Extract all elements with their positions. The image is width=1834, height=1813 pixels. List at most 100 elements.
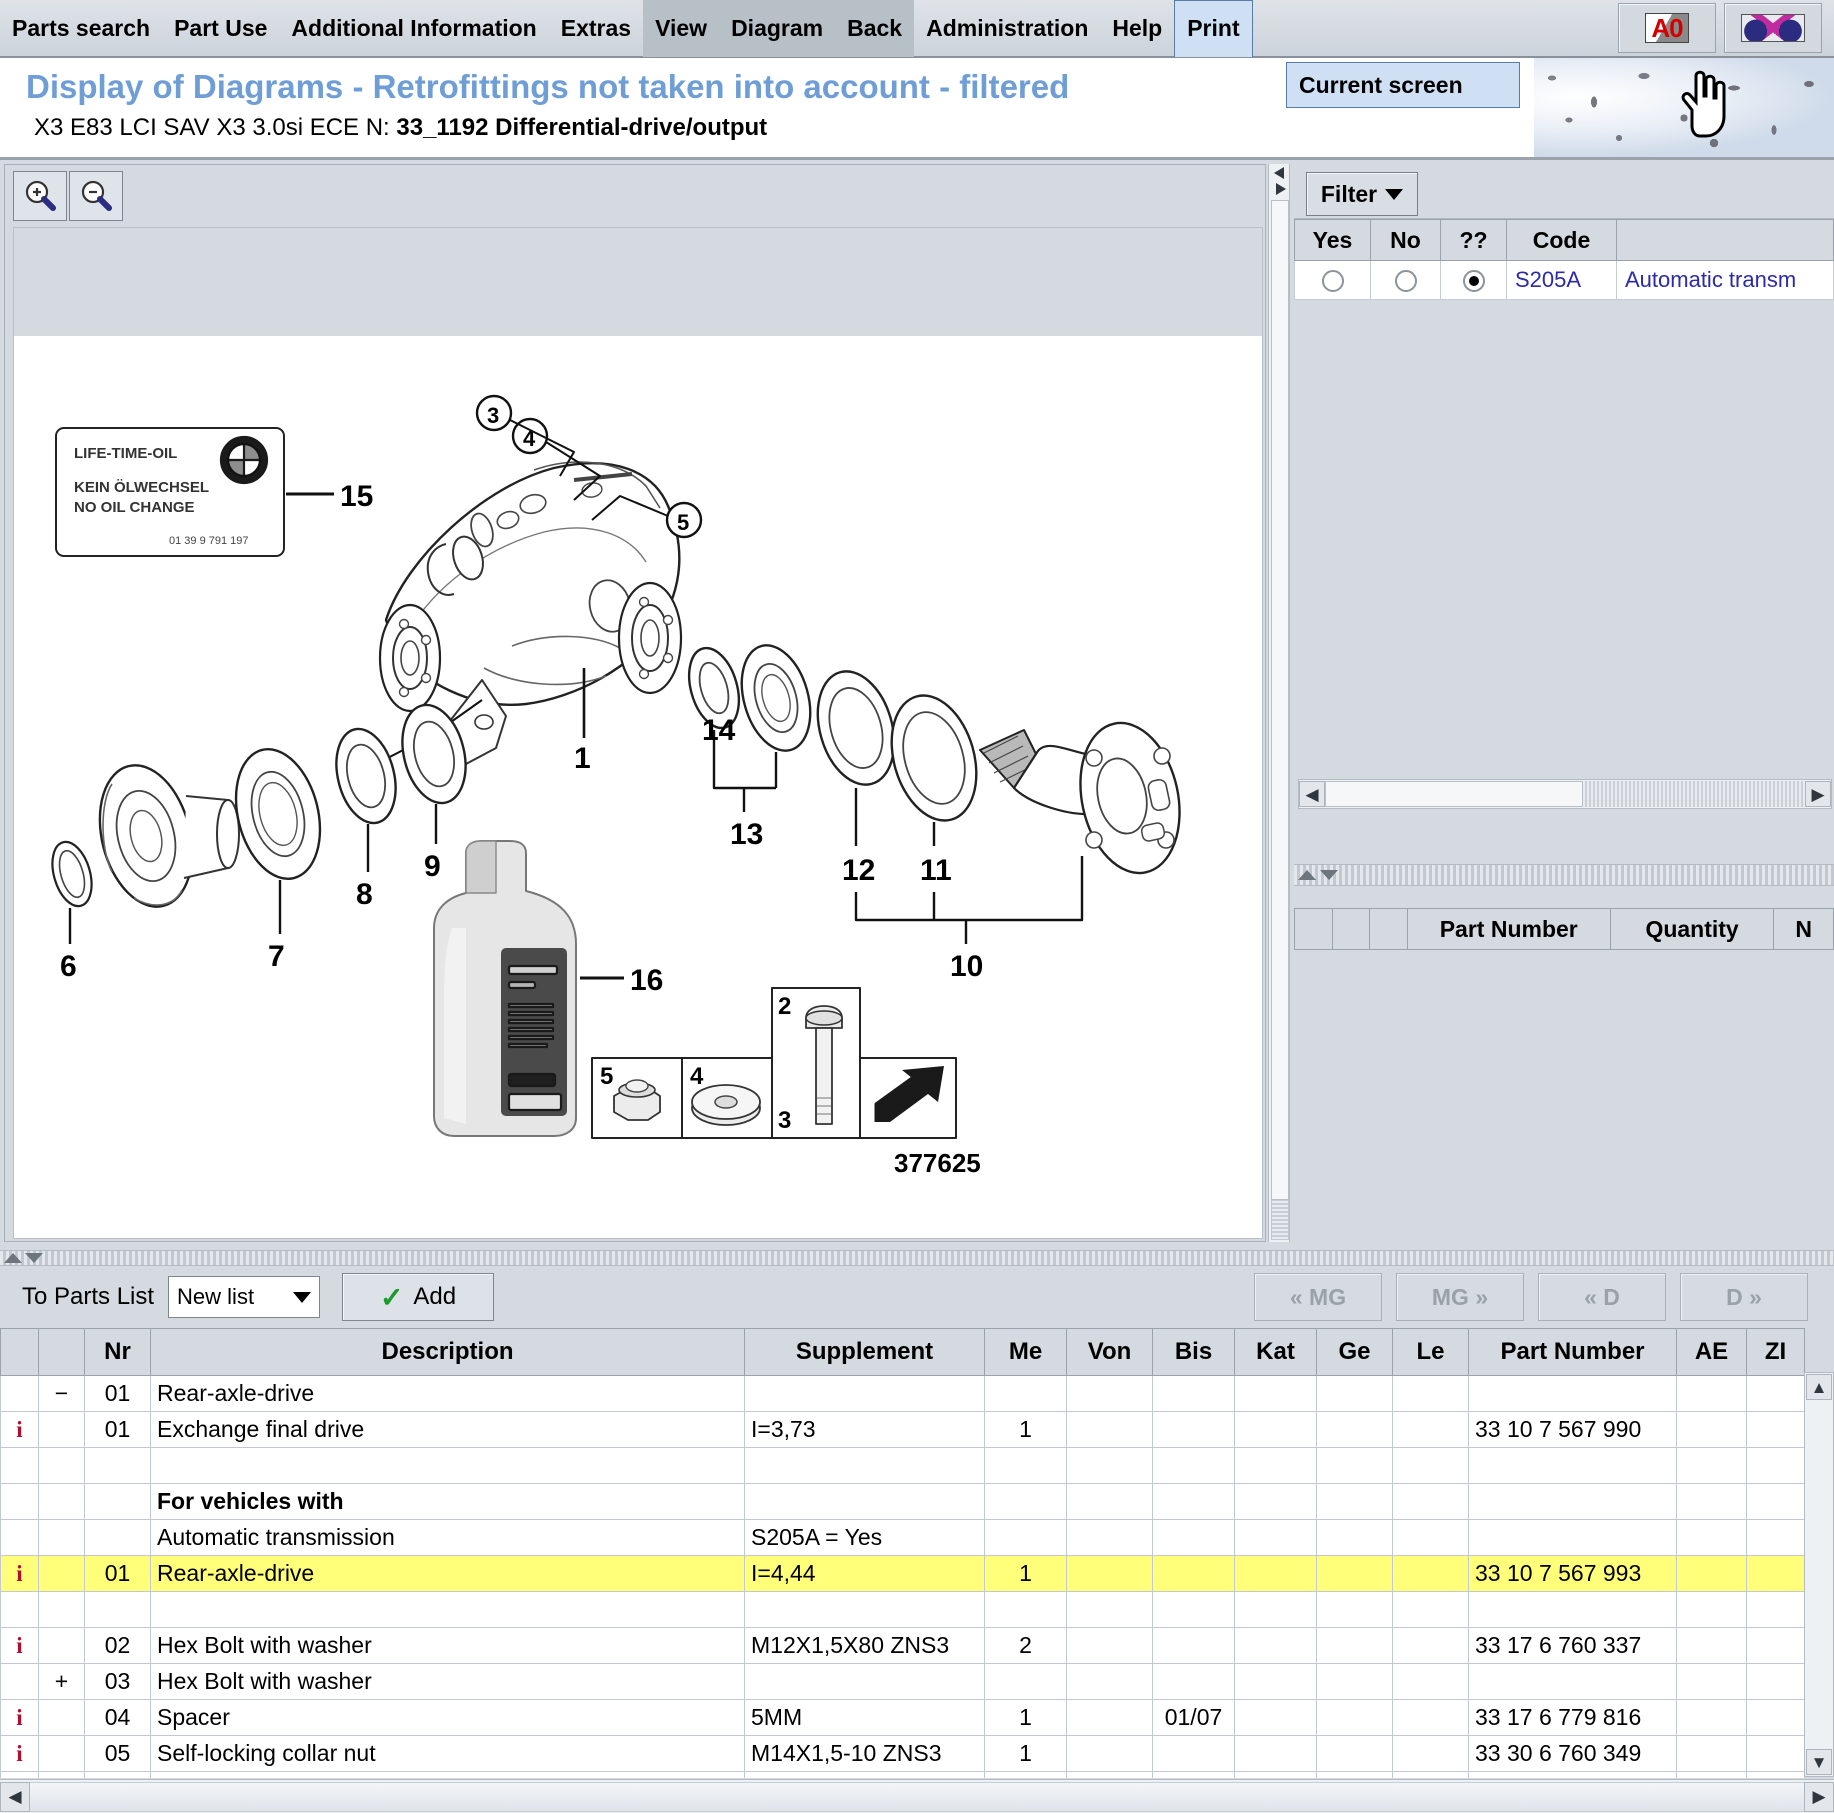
- row-tree-toggle[interactable]: −: [38, 1375, 85, 1412]
- code-table-horizontal-scrollbar[interactable]: ◀ ▶: [1298, 779, 1832, 809]
- parts-col-part-number[interactable]: Part Number: [1468, 1328, 1677, 1376]
- diagram-vertical-scrollbar[interactable]: [1268, 164, 1290, 1242]
- table-row[interactable]: [0, 1591, 1805, 1628]
- table-row[interactable]: For vehicles with: [0, 1483, 1805, 1520]
- table-row[interactable]: Automatic transmission S205A = Yes: [0, 1519, 1805, 1556]
- radio-unknown-cell[interactable]: [1440, 260, 1507, 300]
- row-info-icon[interactable]: i: [0, 1555, 39, 1592]
- code-col-no[interactable]: No: [1370, 219, 1441, 261]
- code-col-code[interactable]: Code: [1506, 219, 1617, 261]
- splitter-collapse-up-icon[interactable]: [1298, 870, 1316, 880]
- code-col-yes[interactable]: Yes: [1294, 219, 1371, 261]
- row-info-icon[interactable]: i: [0, 1627, 39, 1664]
- menu-item-print[interactable]: Print: [1174, 0, 1253, 57]
- radio-no-cell[interactable]: [1370, 260, 1441, 300]
- parts-col-le[interactable]: Le: [1392, 1328, 1469, 1376]
- code-scroll-thumb[interactable]: [1325, 781, 1583, 807]
- bottom-splitter[interactable]: [0, 1250, 1834, 1266]
- row-info-icon[interactable]: i: [0, 1699, 39, 1736]
- prev-d-button[interactable]: « D: [1538, 1273, 1666, 1321]
- parts-col-ge[interactable]: Ge: [1316, 1328, 1393, 1376]
- radio-yes-cell[interactable]: [1294, 260, 1371, 300]
- code-table-row[interactable]: S205A Automatic transm: [1294, 260, 1834, 300]
- parts-hscroll-left-button[interactable]: ◀: [0, 1781, 30, 1812]
- menu-item-diagram[interactable]: Diagram: [719, 0, 836, 57]
- next-d-button[interactable]: D »: [1680, 1273, 1808, 1321]
- menu-item-parts-search[interactable]: Parts search: [0, 0, 162, 57]
- prev-mg-button[interactable]: « MG: [1254, 1273, 1382, 1321]
- right-panel-splitter[interactable]: [1294, 864, 1834, 886]
- row-info-icon[interactable]: [0, 1483, 39, 1520]
- code-col-unknown[interactable]: ??: [1440, 219, 1507, 261]
- parts-panel-col-n[interactable]: N: [1773, 908, 1834, 950]
- parts-col-kat[interactable]: Kat: [1234, 1328, 1317, 1376]
- row-tree-toggle[interactable]: [38, 1411, 85, 1448]
- warning-a0-button[interactable]: A0: [1618, 3, 1716, 53]
- print-menu-item-current-screen[interactable]: Current screen: [1287, 72, 1463, 99]
- code-col-description[interactable]: [1616, 219, 1834, 261]
- table-row[interactable]: [0, 1447, 1805, 1484]
- parts-col-zi[interactable]: ZI: [1746, 1328, 1805, 1376]
- table-row[interactable]: −01 Rear-axle-drive: [0, 1375, 1805, 1412]
- row-tree-toggle[interactable]: [38, 1483, 85, 1520]
- zoom-out-button[interactable]: [69, 171, 123, 221]
- row-info-icon[interactable]: [0, 1519, 39, 1556]
- radio-yes[interactable]: [1321, 270, 1344, 293]
- menu-item-back[interactable]: Back: [835, 0, 915, 57]
- table-row[interactable]: i 01 Rear-axle-drive I=4,44 1 33 10 7 567 993: [0, 1555, 1805, 1592]
- row-info-icon[interactable]: i: [0, 1411, 39, 1448]
- row-info-icon[interactable]: [0, 1447, 39, 1484]
- parts-hscroll-thumb[interactable]: [30, 1781, 1804, 1812]
- row-tree-toggle[interactable]: +: [38, 1663, 85, 1700]
- parts-panel-col-part-number[interactable]: Part Number: [1406, 908, 1611, 950]
- zoom-in-button[interactable]: [13, 171, 67, 221]
- parts-col-description[interactable]: Description: [150, 1328, 745, 1376]
- row-tree-toggle[interactable]: [38, 1771, 85, 1778]
- bottom-splitter-up-icon[interactable]: [4, 1253, 22, 1263]
- menu-item-view[interactable]: View: [643, 0, 720, 57]
- scrollbar-thumb[interactable]: [1271, 200, 1289, 1200]
- parts-col-von[interactable]: Von: [1066, 1328, 1153, 1376]
- row-tree-toggle[interactable]: [38, 1519, 85, 1556]
- code-scroll-right-button[interactable]: ▶: [1805, 781, 1831, 807]
- row-info-icon[interactable]: [0, 1771, 39, 1778]
- crossed-cars-button[interactable]: [1724, 3, 1822, 53]
- scroll-right-arrow-icon[interactable]: [1272, 182, 1288, 196]
- parts-col-nr[interactable]: Nr: [84, 1328, 151, 1376]
- diagram-canvas[interactable]: LIFE-TIME-OIL KEIN ÖLWECHSEL NO OIL CHAN…: [13, 227, 1263, 1239]
- row-tree-toggle[interactable]: [38, 1447, 85, 1484]
- table-row[interactable]: i 01 Exchange final drive I=3,73 1 33 10 7 56…: [0, 1411, 1805, 1448]
- row-tree-toggle[interactable]: [38, 1735, 85, 1772]
- scroll-left-arrow-icon[interactable]: [1272, 166, 1288, 180]
- parts-col-bis[interactable]: Bis: [1152, 1328, 1235, 1376]
- parts-table-horizontal-scrollbar[interactable]: ◀ ▶: [0, 1779, 1834, 1813]
- code-scroll-track[interactable]: [1583, 781, 1805, 807]
- radio-unknown[interactable]: [1462, 270, 1485, 293]
- row-tree-toggle[interactable]: [38, 1627, 85, 1664]
- table-row[interactable]: +03 Hex Bolt with washer: [0, 1663, 1805, 1700]
- row-tree-toggle[interactable]: [38, 1699, 85, 1736]
- add-button[interactable]: ✓ Add: [342, 1273, 495, 1321]
- parts-hscroll-right-button[interactable]: ▶: [1804, 1781, 1834, 1812]
- parts-col-ae[interactable]: AE: [1676, 1328, 1747, 1376]
- parts-col-me[interactable]: Me: [984, 1328, 1067, 1376]
- menu-item-extras[interactable]: Extras: [549, 0, 643, 57]
- row-tree-toggle[interactable]: [38, 1555, 85, 1592]
- code-value[interactable]: S205A: [1506, 260, 1617, 300]
- parts-table-vertical-scrollbar[interactable]: ▲ ▼: [1804, 1372, 1834, 1777]
- bottom-splitter-down-icon[interactable]: [25, 1253, 43, 1263]
- table-row[interactable]: i 02 Hex Bolt with washer M12X1,5X80 ZNS3 2 3…: [0, 1627, 1805, 1664]
- code-scroll-left-button[interactable]: ◀: [1299, 781, 1325, 807]
- parts-panel-col-quantity[interactable]: Quantity: [1609, 908, 1775, 950]
- filter-button[interactable]: Filter: [1306, 172, 1418, 216]
- table-row[interactable]: i 05 Self-locking collar nut M14X1,5-10 ZNS…: [0, 1735, 1805, 1772]
- radio-no[interactable]: [1394, 270, 1417, 293]
- table-row[interactable]: i 04 Spacer 5MM 1 01/07 33 17 6 779 816: [0, 1699, 1805, 1736]
- menu-item-part-use[interactable]: Part Use: [162, 0, 279, 57]
- splitter-collapse-down-icon[interactable]: [1320, 870, 1338, 880]
- menu-item-additional-information[interactable]: Additional Information: [279, 0, 548, 57]
- table-row[interactable]: [0, 1771, 1805, 1778]
- row-tree-toggle[interactable]: [38, 1591, 85, 1628]
- menu-item-help[interactable]: Help: [1100, 0, 1174, 57]
- parts-scroll-down-button[interactable]: ▼: [1806, 1749, 1832, 1775]
